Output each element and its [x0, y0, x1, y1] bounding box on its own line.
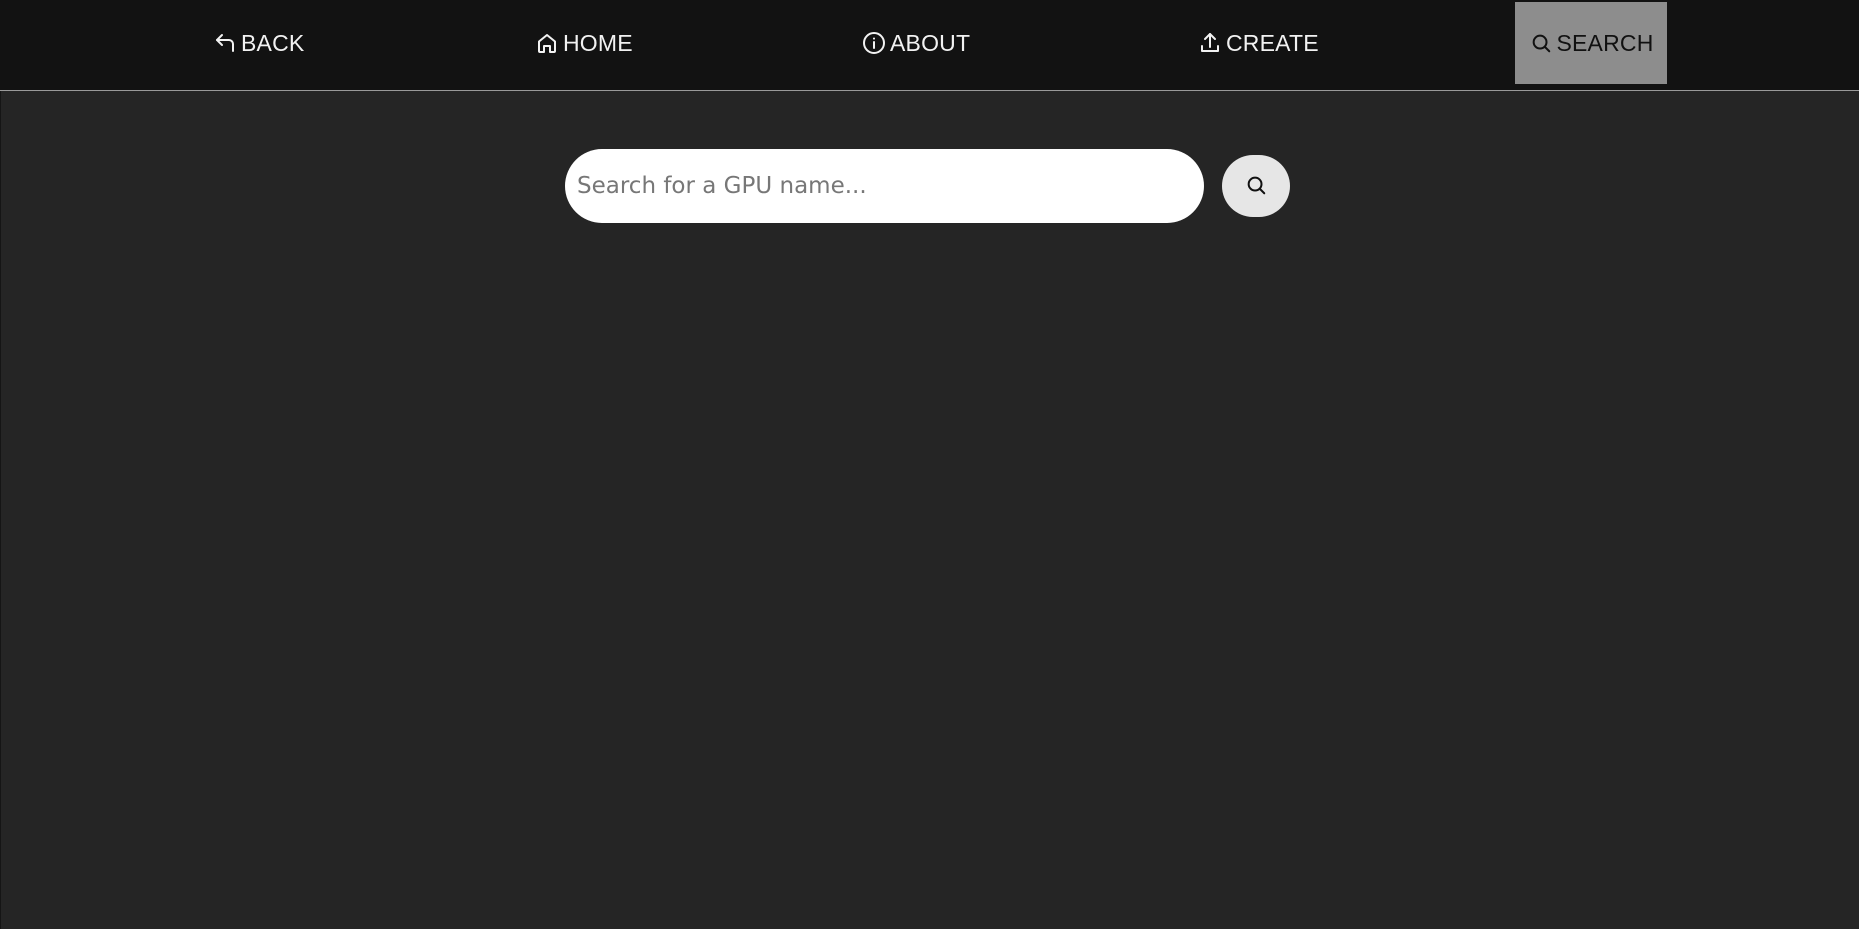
search-bar	[565, 149, 1290, 223]
info-circle-icon	[862, 31, 886, 55]
page: BACK HOME ABOUT CREATE SEARCH Search for…	[0, 0, 1859, 929]
search-icon	[1245, 174, 1267, 199]
top-navbar: BACK HOME ABOUT CREATE SEARCH	[0, 0, 1859, 91]
create-label: CREATE	[1226, 29, 1319, 56]
home-icon	[535, 31, 559, 55]
undo-arrow-icon	[213, 31, 237, 55]
about-label: ABOUT	[890, 29, 971, 56]
search-submit-button[interactable]	[1222, 155, 1290, 217]
back-button[interactable]: BACK	[213, 2, 304, 84]
about-button[interactable]: ABOUT	[862, 2, 970, 84]
left-border	[0, 91, 1, 929]
create-button[interactable]: CREATE	[1198, 2, 1319, 84]
search-input[interactable]	[565, 149, 1204, 223]
back-label: BACK	[241, 29, 305, 56]
home-button[interactable]: HOME	[535, 2, 633, 84]
upload-icon	[1198, 31, 1222, 55]
search-tab-button[interactable]: SEARCH	[1515, 2, 1667, 84]
search-tab-label: SEARCH	[1556, 29, 1654, 56]
home-label: HOME	[563, 29, 633, 56]
search-icon	[1530, 32, 1552, 54]
